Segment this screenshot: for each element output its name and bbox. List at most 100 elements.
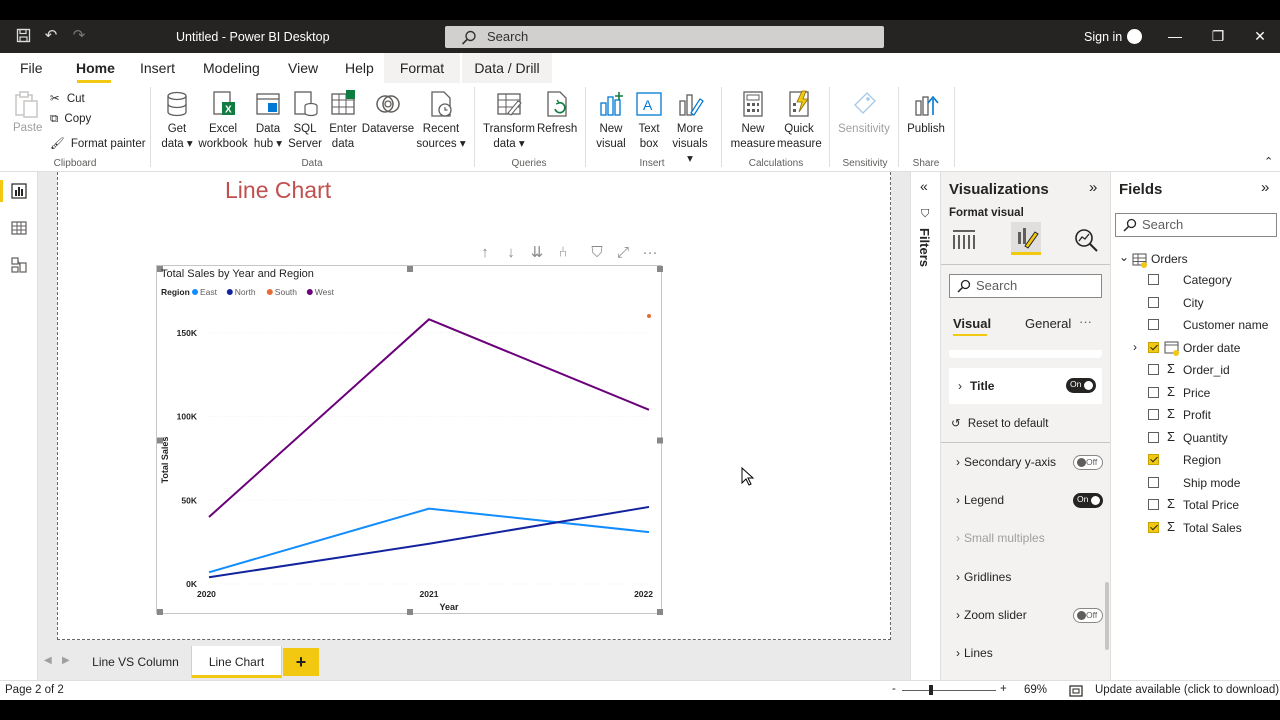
save-icon[interactable]	[15, 28, 31, 44]
field-checkbox[interactable]	[1148, 521, 1159, 533]
gridlines-section[interactable]: › Gridlines	[949, 559, 1102, 595]
page-tab-line-vs-column[interactable]: Line VS Column	[80, 646, 192, 678]
focus-mode-icon[interactable]: ⤢	[615, 245, 631, 261]
filters-label[interactable]: Filters	[917, 228, 932, 267]
cut-button[interactable]: ✂ Cut	[50, 91, 85, 105]
build-visual-icon[interactable]	[951, 227, 977, 254]
zoom-out-button[interactable]: -	[892, 683, 896, 695]
menu-data-drill[interactable]: Data / Drill	[462, 53, 552, 83]
field-row[interactable]: Σ Total Price	[1111, 495, 1280, 517]
field-row[interactable]: Region	[1111, 450, 1280, 472]
drill-up-icon[interactable]: ↑	[477, 245, 493, 261]
search-bar[interactable]: Search	[445, 26, 884, 48]
field-checkbox[interactable]	[1148, 274, 1159, 285]
paste-button[interactable]: Paste	[10, 89, 42, 134]
field-checkbox[interactable]	[1148, 431, 1159, 443]
menu-format[interactable]: Format	[384, 53, 460, 83]
format-visual-tab[interactable]	[1011, 222, 1041, 255]
menu-file[interactable]: File	[20, 60, 43, 76]
data-hub-button[interactable]: Data hub ▾	[251, 89, 285, 152]
field-checkbox[interactable]	[1148, 386, 1159, 398]
field-checkbox[interactable]	[1148, 296, 1159, 308]
collapse-visualizations-icon[interactable]: »	[1089, 179, 1097, 196]
menu-home[interactable]: Home	[76, 60, 115, 76]
field-row[interactable]: Σ Quantity	[1111, 428, 1280, 450]
title-toggle[interactable]: On	[1066, 378, 1096, 393]
legend-toggle[interactable]: On	[1073, 493, 1103, 508]
menu-view[interactable]: View	[288, 60, 318, 76]
title-section-card[interactable]: › Title On	[949, 368, 1102, 404]
close-icon[interactable]: ✕	[1252, 28, 1268, 44]
field-row[interactable]: City	[1111, 293, 1280, 315]
zoom-slider-toggle[interactable]: Off	[1073, 608, 1103, 623]
quick-measure-button[interactable]: Quick measure	[777, 89, 822, 152]
field-checkbox[interactable]	[1148, 454, 1159, 465]
zoom-slider-thumb[interactable]	[929, 685, 933, 695]
table-orders[interactable]: ⌄ Orders	[1119, 250, 1279, 270]
copy-button[interactable]: ⧉ Copy	[50, 113, 91, 126]
field-checkbox[interactable]	[1148, 409, 1159, 420]
field-checkbox[interactable]	[1148, 319, 1159, 330]
chevron-right-icon[interactable]: ›	[1133, 340, 1137, 354]
model-view-icon[interactable]	[10, 256, 28, 274]
zoom-slider-track[interactable]	[902, 690, 996, 691]
refresh-button[interactable]: Refresh	[537, 89, 577, 137]
field-row[interactable]: Category	[1111, 270, 1280, 292]
report-view-icon[interactable]	[10, 182, 28, 200]
avatar[interactable]	[1127, 29, 1142, 44]
zoom-slider-section[interactable]: › Zoom slider Off	[949, 597, 1103, 633]
menu-help[interactable]: Help	[345, 60, 374, 76]
sensitivity-button[interactable]: Sensitivity	[836, 89, 892, 137]
expand-hierarchy-icon[interactable]: ⑃	[555, 245, 571, 261]
undo-icon[interactable]: ↶	[43, 28, 59, 44]
menu-modeling[interactable]: Modeling	[203, 60, 260, 76]
update-available-link[interactable]: Update available (click to download)	[1095, 684, 1279, 696]
excel-workbook-button[interactable]: X Excel workbook	[197, 89, 249, 152]
transform-data-button[interactable]: Transform data ▾	[482, 89, 536, 152]
new-visual-button[interactable]: New visual	[594, 89, 628, 152]
text-box-button[interactable]: A Text box	[632, 89, 666, 152]
sql-server-button[interactable]: SQL Server	[288, 89, 322, 152]
more-options-icon[interactable]: ···	[642, 245, 658, 261]
publish-button[interactable]: Publish	[906, 89, 946, 137]
collapse-ribbon-icon[interactable]: ⌃	[1264, 155, 1273, 168]
reset-to-default-button[interactable]: ↺ Reset to default	[951, 416, 1048, 430]
page-title[interactable]: Line Chart	[225, 177, 331, 204]
legend-section[interactable]: › Legend On	[949, 482, 1103, 518]
field-checkbox[interactable]	[1148, 341, 1159, 353]
field-row[interactable]: Σ Price	[1111, 383, 1280, 405]
field-checkbox[interactable]	[1148, 499, 1159, 510]
dataverse-button[interactable]: Dataverse	[361, 89, 415, 137]
enter-data-button[interactable]: Enter data	[326, 89, 360, 152]
get-data-button[interactable]: Get data ▾	[158, 89, 196, 152]
analytics-icon[interactable]	[1073, 227, 1099, 256]
field-row[interactable]: Σ Profit	[1111, 405, 1280, 427]
field-row[interactable]: Ship mode	[1111, 473, 1280, 495]
recent-sources-button[interactable]: Recent sources ▾	[416, 89, 466, 152]
secondary-y-axis-section[interactable]: › Secondary y-axis Off	[949, 444, 1103, 480]
report-canvas[interactable]: Line Chart ↑ ↓ ⇊ ⑃ ⛉ ⤢ ··· Total Sales b…	[57, 172, 891, 640]
minimize-icon[interactable]: —	[1167, 28, 1183, 44]
fit-to-page-icon[interactable]	[1069, 685, 1083, 697]
collapse-filters-icon[interactable]: «	[920, 178, 928, 194]
viz-search-input[interactable]: Search	[949, 274, 1102, 298]
format-painter-button[interactable]: 🖌 Format painter	[50, 136, 146, 150]
next-page-icon[interactable]: ▶	[62, 655, 70, 666]
filter-icon[interactable]: ⛉	[589, 245, 605, 261]
drill-down-icon[interactable]: ↓	[503, 245, 519, 261]
field-checkbox[interactable]	[1148, 476, 1159, 488]
zoom-in-button[interactable]: +	[1000, 683, 1007, 695]
menu-insert[interactable]: Insert	[140, 60, 175, 76]
data-view-icon[interactable]	[10, 219, 28, 237]
tab-visual[interactable]: Visual	[953, 316, 991, 331]
new-measure-button[interactable]: New measure	[730, 89, 776, 152]
pane-scrollbar[interactable]	[1105, 582, 1109, 650]
expand-next-level-icon[interactable]: ⇊	[529, 245, 545, 261]
field-row[interactable]: Customer name	[1111, 315, 1280, 337]
add-page-button[interactable]: +	[283, 648, 319, 676]
sign-in-link[interactable]: Sign in	[1084, 30, 1122, 44]
secondary-y-axis-toggle[interactable]: Off	[1073, 455, 1103, 470]
page-tab-line-chart[interactable]: Line Chart	[192, 646, 282, 678]
more-visuals-button[interactable]: More visuals ▾	[668, 89, 712, 167]
prev-page-icon[interactable]: ◀	[44, 655, 52, 666]
